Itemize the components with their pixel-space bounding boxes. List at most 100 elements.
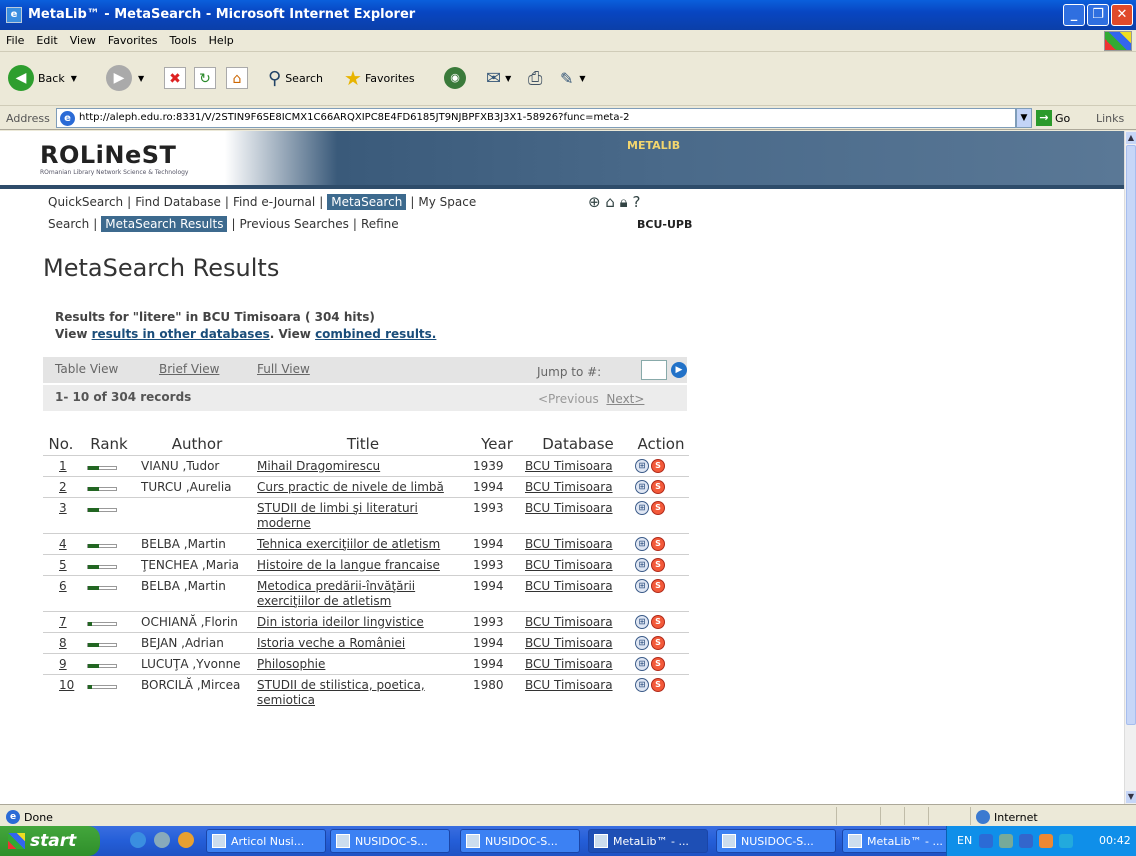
refresh-button[interactable]: ↻: [194, 60, 216, 96]
title-link[interactable]: Mihail Dragomirescu: [255, 454, 471, 476]
scroll-down-icon[interactable]: ▼: [1126, 791, 1136, 803]
media-button[interactable]: ◉: [444, 60, 466, 96]
previous-link[interactable]: <Previous: [538, 392, 599, 406]
record-number-link[interactable]: 1: [43, 454, 79, 476]
database-link[interactable]: BCU Timisoara: [523, 553, 633, 575]
subnav-refine[interactable]: Refine: [361, 217, 399, 231]
menu-help[interactable]: Help: [203, 30, 240, 47]
tray-app-icon[interactable]: [1019, 834, 1033, 848]
ie-icon[interactable]: [130, 832, 146, 848]
mail-button[interactable]: ✉ ▼: [486, 60, 511, 96]
nav-quicksearch[interactable]: QuickSearch: [48, 195, 123, 209]
record-number-link[interactable]: 10: [43, 673, 79, 710]
network-icon[interactable]: [999, 834, 1013, 848]
record-number-link[interactable]: 3: [43, 496, 79, 533]
save-to-basket-icon[interactable]: ⊞: [635, 636, 649, 650]
menu-tools[interactable]: Tools: [164, 30, 203, 47]
task-item[interactable]: NUSIDOC-S...: [716, 829, 836, 853]
subnav-metasearch-results[interactable]: MetaSearch Results: [101, 216, 228, 232]
tray-app-icon[interactable]: [979, 834, 993, 848]
search-button[interactable]: ⚲ Search: [268, 60, 323, 96]
subnav-previous-searches[interactable]: Previous Searches: [240, 217, 349, 231]
rolinest-logo[interactable]: ROLiNeST: [40, 141, 176, 169]
title-link[interactable]: Tehnica exerciţiilor de atletism: [255, 532, 471, 554]
record-number-link[interactable]: 8: [43, 631, 79, 653]
save-to-basket-icon[interactable]: ⊞: [635, 678, 649, 692]
next-link[interactable]: Next>: [606, 392, 644, 406]
save-to-basket-icon[interactable]: ⊞: [635, 537, 649, 551]
record-number-link[interactable]: 5: [43, 553, 79, 575]
jump-to-input[interactable]: [641, 360, 667, 380]
database-link[interactable]: BCU Timisoara: [523, 673, 633, 710]
nav-metasearch[interactable]: MetaSearch: [327, 194, 407, 210]
messenger-icon[interactable]: [1059, 834, 1073, 848]
database-link[interactable]: BCU Timisoara: [523, 631, 633, 653]
tray-app-icon[interactable]: [1039, 834, 1053, 848]
back-button[interactable]: ◀ Back ▼: [8, 60, 77, 96]
title-link[interactable]: Histoire de la langue francaise: [255, 553, 471, 575]
menu-view[interactable]: View: [64, 30, 102, 47]
record-number-link[interactable]: 9: [43, 652, 79, 674]
library-icon[interactable]: ⌂: [605, 193, 615, 211]
nav-find-database[interactable]: Find Database: [135, 195, 221, 209]
task-item[interactable]: NUSIDOC-S...: [330, 829, 450, 853]
database-link[interactable]: BCU Timisoara: [523, 610, 633, 632]
record-number-link[interactable]: 4: [43, 532, 79, 554]
save-to-basket-icon[interactable]: ⊞: [635, 501, 649, 515]
menu-favorites[interactable]: Favorites: [102, 30, 164, 47]
title-link[interactable]: STUDII de limbi şi literaturi moderne: [255, 496, 471, 533]
title-link[interactable]: Metodica predării-învăţării exerciţiilor…: [255, 574, 471, 611]
brief-view-link[interactable]: Brief View: [159, 362, 219, 376]
task-item[interactable]: Articol Nusi...: [206, 829, 326, 853]
lock-icon[interactable]: 🔒︎: [620, 193, 628, 211]
record-number-link[interactable]: 7: [43, 610, 79, 632]
nav-my-space[interactable]: My Space: [418, 195, 476, 209]
stop-button[interactable]: ✖: [164, 60, 186, 96]
media-player-icon[interactable]: [178, 832, 194, 848]
sfx-link-icon[interactable]: S: [651, 537, 665, 551]
edit-button[interactable]: ✎ ▼: [560, 60, 586, 96]
sfx-link-icon[interactable]: S: [651, 579, 665, 593]
save-to-basket-icon[interactable]: ⊞: [635, 657, 649, 671]
nav-find-ejournal[interactable]: Find e-Journal: [233, 195, 315, 209]
sfx-link-icon[interactable]: S: [651, 480, 665, 494]
sfx-link-icon[interactable]: S: [651, 459, 665, 473]
start-button[interactable]: start: [0, 826, 100, 856]
desktop-icon[interactable]: [154, 832, 170, 848]
title-link[interactable]: Philosophie: [255, 652, 471, 674]
database-link[interactable]: BCU Timisoara: [523, 532, 633, 554]
menu-edit[interactable]: Edit: [30, 30, 63, 47]
maximize-button[interactable]: ❐: [1087, 4, 1109, 26]
sfx-link-icon[interactable]: S: [651, 501, 665, 515]
database-link[interactable]: BCU Timisoara: [523, 454, 633, 476]
print-button[interactable]: ⎙: [528, 60, 542, 96]
favorites-button[interactable]: ★ Favorites: [344, 60, 415, 96]
save-to-basket-icon[interactable]: ⊞: [635, 615, 649, 629]
jump-go-icon[interactable]: ▶: [671, 362, 687, 378]
sfx-link-icon[interactable]: S: [651, 678, 665, 692]
sfx-link-icon[interactable]: S: [651, 558, 665, 572]
task-item[interactable]: MetaLib™ - ...: [842, 829, 962, 853]
full-view-link[interactable]: Full View: [257, 362, 310, 376]
home-button[interactable]: ⌂: [226, 60, 248, 96]
sfx-link-icon[interactable]: S: [651, 657, 665, 671]
save-to-basket-icon[interactable]: ⊞: [635, 558, 649, 572]
sfx-link-icon[interactable]: S: [651, 636, 665, 650]
links-label[interactable]: Links: [1096, 112, 1124, 125]
table-view-tab[interactable]: Table View: [55, 362, 118, 376]
close-button[interactable]: ✕: [1111, 4, 1133, 26]
address-dropdown-icon[interactable]: ▼: [1016, 108, 1032, 128]
subnav-search[interactable]: Search: [48, 217, 89, 231]
save-to-basket-icon[interactable]: ⊞: [635, 579, 649, 593]
minimize-button[interactable]: _: [1063, 4, 1085, 26]
scroll-thumb[interactable]: [1126, 145, 1136, 725]
go-button[interactable]: → Go: [1036, 110, 1070, 126]
sfx-link-icon[interactable]: S: [651, 615, 665, 629]
title-link[interactable]: Curs practic de nivele de limbă: [255, 475, 471, 497]
save-to-basket-icon[interactable]: ⊞: [635, 480, 649, 494]
database-link[interactable]: BCU Timisoara: [523, 475, 633, 497]
help-icon[interactable]: ?: [632, 193, 640, 211]
database-link[interactable]: BCU Timisoara: [523, 652, 633, 674]
vertical-scrollbar[interactable]: ▲ ▼: [1124, 131, 1136, 804]
save-to-basket-icon[interactable]: ⊞: [635, 459, 649, 473]
